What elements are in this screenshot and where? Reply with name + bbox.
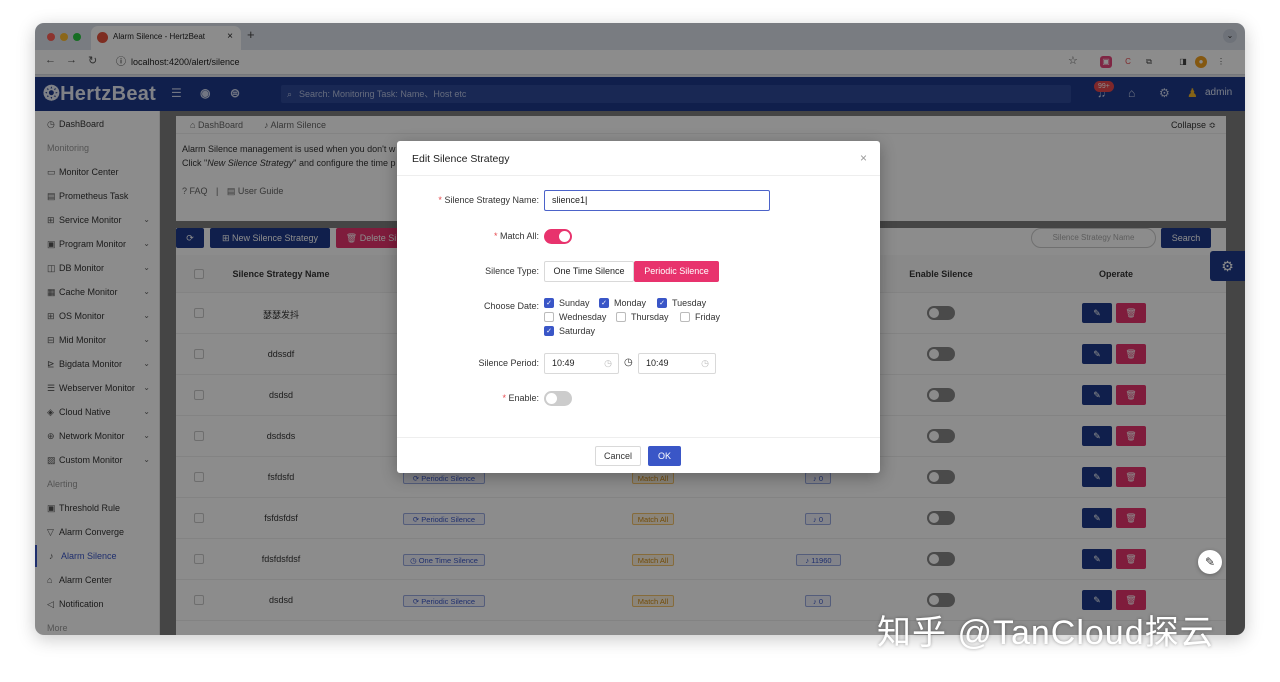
checkbox-icon: ✓: [599, 298, 609, 308]
day-checkbox-monday[interactable]: ✓ Monday: [599, 298, 646, 309]
edit-silence-modal: Edit Silence Strategy × * Silence Strate…: [397, 141, 880, 473]
ok-button[interactable]: OK: [648, 446, 681, 466]
choose-date-label: Choose Date:: [483, 301, 539, 311]
periodic-silence-option[interactable]: Periodic Silence: [634, 261, 719, 282]
match-all-toggle[interactable]: [544, 229, 572, 244]
checkbox-icon: ✓: [544, 326, 554, 336]
day-label: Monday: [614, 298, 647, 308]
strategy-name-input[interactable]: slience1|: [544, 190, 770, 211]
checkbox-icon: [680, 312, 690, 322]
day-checkbox-thursday[interactable]: Thursday: [616, 312, 669, 323]
strategy-name-label: * Silence Strategy Name:: [438, 195, 539, 205]
modal-footer-divider: [397, 437, 880, 438]
day-label: Saturday: [559, 326, 596, 336]
enable-label: * Enable:: [502, 393, 539, 403]
day-checkbox-tuesday[interactable]: ✓ Tuesday: [657, 298, 706, 309]
clock-icon: ◷: [701, 358, 709, 368]
silence-type-label: Silence Type:: [485, 266, 539, 276]
checkbox-icon: ✓: [544, 298, 554, 308]
day-label: Friday: [695, 312, 721, 322]
checkbox-icon: [544, 312, 554, 322]
day-label: Tuesday: [672, 298, 707, 308]
day-checkbox-friday[interactable]: Friday: [680, 312, 720, 323]
watermark: 知乎 @TanCloud探云: [877, 614, 1215, 652]
day-checkbox-wednesday[interactable]: Wednesday: [544, 312, 606, 323]
cancel-button[interactable]: Cancel: [595, 446, 641, 466]
floating-tool-icon[interactable]: ✎: [1198, 550, 1222, 574]
day-checkbox-sunday[interactable]: ✓ Sunday: [544, 298, 590, 309]
day-label: Sunday: [559, 298, 590, 308]
match-all-label: * Match All:: [493, 231, 539, 241]
day-label: Thursday: [631, 312, 669, 322]
modal-divider: [397, 175, 880, 176]
one-time-silence-option[interactable]: One Time Silence: [544, 261, 634, 282]
close-icon[interactable]: ×: [860, 151, 867, 165]
checkbox-icon: ✓: [657, 298, 667, 308]
clock-icon: ◷: [604, 358, 612, 368]
modal-title: Edit Silence Strategy: [412, 153, 510, 165]
day-checkbox-saturday[interactable]: ✓ Saturday: [544, 326, 595, 337]
enable-toggle[interactable]: [544, 391, 572, 406]
start-time-picker[interactable]: 10:49 ◷: [544, 353, 619, 374]
end-time-picker[interactable]: 10:49 ◷: [638, 353, 716, 374]
checkbox-icon: [616, 312, 626, 322]
browser-window: Alarm Silence - HertzBeat × + ⌄ ← → ↻ ⓘ …: [35, 23, 1245, 635]
time-range-clock-icon: ◷: [624, 357, 633, 368]
silence-period-label: Silence Period:: [478, 358, 539, 368]
day-label: Wednesday: [559, 312, 607, 322]
